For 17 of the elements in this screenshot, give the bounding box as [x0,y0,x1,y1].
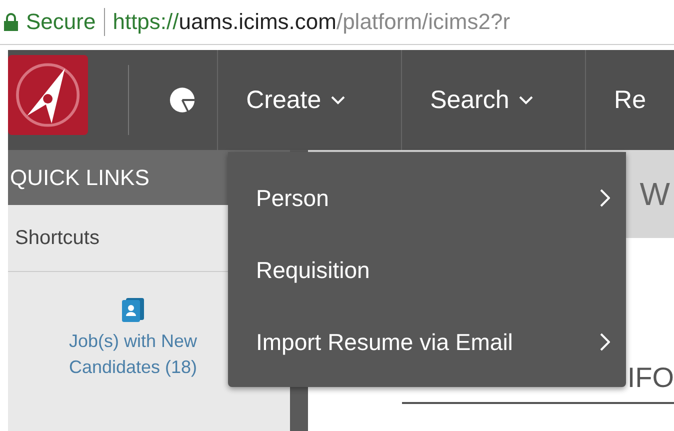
compass-logo-icon[interactable] [8,55,88,135]
chevron-right-icon [600,189,610,207]
url-text[interactable]: https://uams.icims.com/platform/icims2?r [112,9,510,35]
nav-menu-button[interactable]: Create [218,50,402,150]
menu-item[interactable]: Import Resume via Email [228,306,626,378]
quick-link[interactable]: Job(s) with New Candidates (18) [48,328,218,380]
page-heading: W [640,176,670,212]
pie-chart-icon[interactable] [168,86,196,114]
chevron-right-icon [600,333,610,351]
nav-menu-button[interactable]: Search [402,50,586,150]
chevron-down-icon [519,96,534,104]
secure-label: Secure [26,9,96,35]
nav-menu-button[interactable]: Re [586,50,674,150]
chevron-down-icon [331,96,346,104]
section-heading: IFO [627,362,674,394]
lock-icon [4,13,18,31]
contact-book-icon [122,298,144,322]
